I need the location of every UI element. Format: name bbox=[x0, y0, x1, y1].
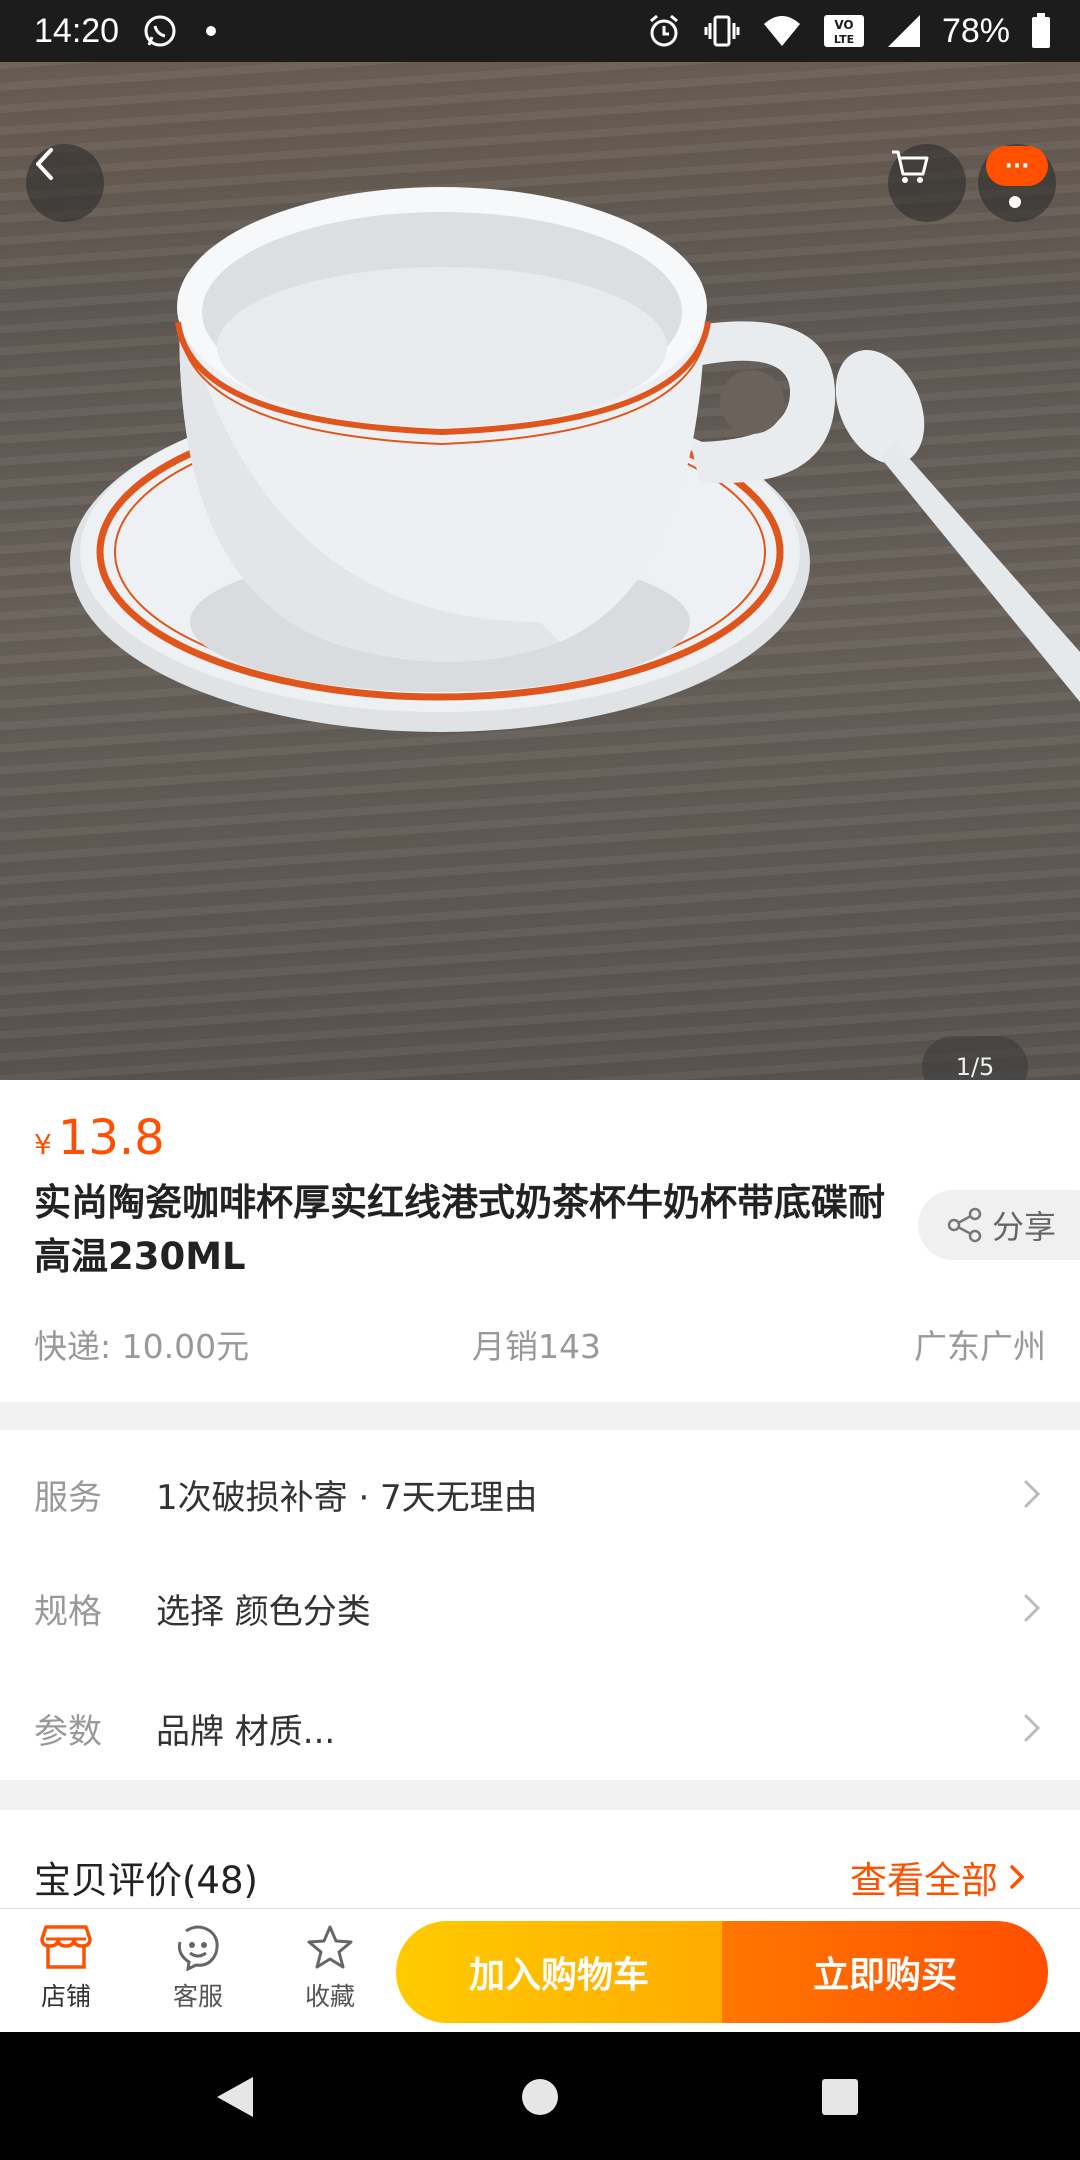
reviews-section: 宝贝评价(48) 查看全部 bbox=[0, 1810, 1080, 1910]
vibrate-icon bbox=[702, 13, 742, 49]
option-value: 选择 颜色分类 bbox=[156, 1591, 371, 1632]
favorite-button[interactable]: 收藏 bbox=[280, 1923, 380, 2013]
customer-service-label: 客服 bbox=[172, 1982, 223, 2011]
svg-text:LTE: LTE bbox=[834, 33, 854, 46]
status-bar: 14:20 VO LTE 78% bbox=[0, 0, 1080, 62]
home-circle-icon bbox=[522, 2079, 558, 2115]
more-icon[interactable]: ··· bbox=[986, 146, 1048, 186]
price-amount: 13.8 bbox=[57, 1110, 165, 1166]
option-label: 服务 bbox=[34, 1477, 102, 1518]
chevron-right-icon bbox=[1010, 1865, 1025, 1889]
option-value: 品牌 材质... bbox=[156, 1711, 336, 1752]
price: ¥ 13.8 bbox=[34, 1110, 165, 1166]
add-to-cart-button[interactable]: 加入购物车 bbox=[396, 1921, 722, 2023]
option-row-service[interactable]: 服务 1次破损补寄 · 7天无理由 bbox=[0, 1444, 1080, 1544]
chevron-right-icon bbox=[1024, 1480, 1041, 1508]
shipping-fee: 快递: 10.00元 bbox=[34, 1327, 250, 1366]
store-button[interactable]: 店铺 bbox=[16, 1923, 116, 2013]
system-navigation-bar bbox=[0, 2032, 1080, 2160]
ship-location: 广东广州 bbox=[914, 1327, 1046, 1366]
customer-service-icon bbox=[177, 1925, 219, 1971]
option-value: 1次破损补寄 · 7天无理由 bbox=[156, 1477, 538, 1518]
product-image-gallery[interactable]: ··· 1/5 bbox=[0, 62, 1080, 1080]
nav-home-button[interactable] bbox=[505, 2062, 575, 2132]
chevron-right-icon bbox=[1024, 1594, 1041, 1622]
option-row-spec[interactable]: 规格 选择 颜色分类 bbox=[0, 1558, 1080, 1658]
notification-dot bbox=[1009, 196, 1021, 208]
store-icon bbox=[40, 1925, 92, 1969]
share-button[interactable]: 分享 bbox=[918, 1190, 1080, 1260]
buy-now-button[interactable]: 立即购买 bbox=[722, 1921, 1048, 2023]
chevron-right-icon bbox=[1024, 1714, 1041, 1742]
option-label: 规格 bbox=[34, 1591, 102, 1632]
price-currency: ¥ bbox=[34, 1128, 52, 1161]
battery-icon bbox=[1030, 12, 1052, 50]
alarm-icon bbox=[646, 13, 682, 49]
dot-icon bbox=[205, 25, 217, 37]
customer-service-button[interactable]: 客服 bbox=[148, 1923, 248, 2013]
recents-square-icon bbox=[822, 2079, 858, 2115]
reviews-title: 宝贝评价(48) bbox=[34, 1859, 258, 1902]
back-button[interactable] bbox=[26, 144, 104, 222]
nav-back-button[interactable] bbox=[200, 2062, 270, 2132]
cart-icon bbox=[892, 150, 929, 183]
cart-button[interactable] bbox=[888, 144, 966, 222]
star-icon bbox=[307, 1925, 353, 1969]
favorite-label: 收藏 bbox=[304, 1982, 355, 2011]
monthly-sales: 月销143 bbox=[472, 1327, 601, 1366]
nav-recents-button[interactable] bbox=[805, 2062, 875, 2132]
svg-text:VO: VO bbox=[834, 18, 853, 32]
view-all-label: 查看全部 bbox=[850, 1859, 998, 1902]
volte-icon: VO LTE bbox=[822, 13, 866, 49]
store-label: 店铺 bbox=[40, 1982, 91, 2011]
chevron-left-icon bbox=[36, 148, 53, 180]
signal-icon bbox=[886, 13, 922, 49]
product-title: 实尚陶瓷咖啡杯厚实红线港式奶茶杯牛奶杯带底碟耐高温230ML bbox=[34, 1181, 885, 1278]
whatsapp-icon bbox=[141, 12, 179, 50]
option-row-params[interactable]: 参数 品牌 材质... bbox=[0, 1678, 1080, 1778]
image-counter: 1/5 bbox=[922, 1036, 1028, 1080]
bottom-action-bar: 店铺 客服 收藏 加入购物车 立即购买 bbox=[0, 1908, 1080, 2033]
product-options: 服务 1次破损补寄 · 7天无理由 规格 选择 颜色分类 参数 品牌 材质... bbox=[0, 1430, 1080, 1780]
option-label: 参数 bbox=[34, 1711, 102, 1752]
status-time: 14:20 bbox=[34, 11, 120, 50]
wifi-icon bbox=[762, 14, 802, 48]
back-triangle-icon bbox=[217, 2077, 253, 2117]
product-info: ¥ 13.8 实尚陶瓷咖啡杯厚实红线港式奶茶杯牛奶杯带底碟耐高温230ML 分享… bbox=[0, 1080, 1080, 1402]
view-all-reviews-link[interactable]: 查看全部 bbox=[850, 1850, 1032, 1904]
share-icon bbox=[946, 1206, 984, 1244]
battery-percent: 78% bbox=[941, 11, 1010, 50]
share-label: 分享 bbox=[992, 1208, 1057, 1246]
